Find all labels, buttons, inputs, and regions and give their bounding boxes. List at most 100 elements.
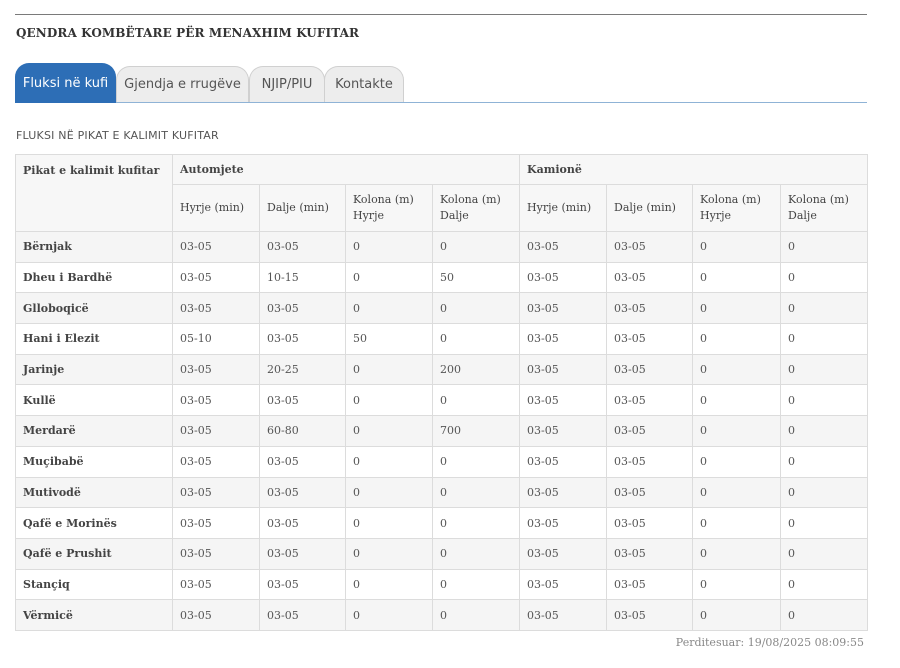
table-cell: 03-05: [606, 261, 694, 294]
table-cell: 03-05: [172, 292, 260, 325]
table-row: Qafë e Prushit 03-05 03-05 0 0 03-05 03-05 0 0: [15, 537, 869, 570]
table-cell: 50: [431, 261, 521, 294]
table-cell: 0: [780, 599, 869, 631]
table-cell: 10-15: [259, 261, 346, 294]
table-cell: 50: [345, 323, 433, 355]
table-cell: 03-05: [606, 384, 694, 417]
top-divider: [15, 14, 867, 15]
table-cell: 0: [345, 384, 433, 417]
table-row: Jarinje 03-05 20-25 0 200 03-05 03-05 0 0: [15, 353, 869, 386]
table-cell: 03-05: [259, 507, 346, 539]
table-cell: 700: [431, 415, 521, 447]
table-cell: 0: [692, 384, 782, 417]
table-cell: 0: [345, 445, 433, 478]
crossing-point-name: Mutivodë: [15, 476, 173, 509]
table-cell: 0: [692, 415, 782, 447]
table-cell: 03-05: [606, 537, 694, 570]
table-cell: 0: [780, 231, 869, 263]
table-cell: 0: [692, 292, 782, 325]
table-cell: 0: [431, 507, 521, 539]
crossing-point-name: Bërnjak: [15, 231, 173, 263]
table-cell: 0: [692, 476, 782, 509]
table-row: Qafë e Morinës 03-05 03-05 0 0 03-05 03-05 0 0: [15, 507, 869, 539]
table-cell: 03-05: [519, 568, 608, 601]
crossing-point-name: Stançiq: [15, 568, 173, 601]
table-cell: 0: [780, 353, 869, 386]
table-cell: 03-05: [519, 231, 608, 263]
table-cell: 03-05: [519, 507, 608, 539]
table-cell: 03-05: [519, 353, 608, 386]
table-cell: 03-05: [172, 476, 260, 509]
table-cell: 0: [780, 445, 869, 478]
table-cell: 60-80: [259, 415, 346, 447]
column-header: Dalje (min): [606, 184, 694, 232]
tab-contacts[interactable]: Kontakte: [324, 66, 404, 102]
table-cell: 0: [345, 415, 433, 447]
table-cell: 0: [692, 599, 782, 631]
table-row: Hani i Elezit 05-10 03-05 50 0 03-05 03-05 0 0: [15, 323, 869, 355]
table-cell: 0: [780, 507, 869, 539]
table-cell: 03-05: [519, 261, 608, 294]
table-cell: 03-05: [606, 599, 694, 631]
table-cell: 03-05: [172, 445, 260, 478]
table-cell: 0: [692, 261, 782, 294]
column-header: Dalje (min): [259, 184, 346, 232]
table-cell: 03-05: [606, 415, 694, 447]
table-cell: 0: [780, 384, 869, 417]
table-cell: 0: [780, 323, 869, 355]
table-cell: 03-05: [172, 537, 260, 570]
table-cell: 03-05: [172, 599, 260, 631]
table-cell: 200: [431, 353, 521, 386]
crossing-point-name: Glloboqicë: [15, 292, 173, 325]
tab-njip-piu[interactable]: NJIP/PIU: [249, 66, 325, 102]
tab-road-conditions[interactable]: Gjendja e rrugëve: [116, 66, 249, 102]
table-cell: 03-05: [172, 415, 260, 447]
table-cell: 03-05: [172, 261, 260, 294]
table-cell: 0: [431, 231, 521, 263]
column-header: Hyrje (min): [172, 184, 260, 232]
table-cell: 0: [431, 384, 521, 417]
table-cell: 0: [692, 507, 782, 539]
table-cell: 0: [431, 568, 521, 601]
table-cell: 0: [692, 445, 782, 478]
column-header-crossing-point: Pikat e kalimit kufitar: [15, 154, 173, 232]
table-cell: 0: [345, 261, 433, 294]
crossing-point-name: Vërmicë: [15, 599, 173, 631]
table-cell: 03-05: [606, 323, 694, 355]
table-cell: 0: [431, 323, 521, 355]
table-cell: 03-05: [172, 568, 260, 601]
table-cell: 03-05: [259, 292, 346, 325]
table-row: Merdarë 03-05 60-80 0 700 03-05 03-05 0 0: [15, 415, 869, 447]
table-cell: 0: [780, 476, 869, 509]
table-cell: 0: [692, 353, 782, 386]
table-cell: 03-05: [519, 292, 608, 325]
table-cell: 0: [431, 537, 521, 570]
crossing-point-name: Hani i Elezit: [15, 323, 173, 355]
page-title: QENDRA KOMBËTARE PËR MENAXHIM KUFITAR: [16, 26, 360, 40]
table-cell: 0: [345, 599, 433, 631]
table-row: Mutivodë 03-05 03-05 0 0 03-05 03-05 0 0: [15, 476, 869, 509]
table-cell: 0: [692, 323, 782, 355]
table-cell: 03-05: [519, 384, 608, 417]
column-header: Kolona (m) Dalje: [780, 184, 869, 232]
table-row: Vërmicë 03-05 03-05 0 0 03-05 03-05 0 0: [15, 599, 869, 631]
table-cell: 0: [780, 292, 869, 325]
table-cell: 03-05: [519, 476, 608, 509]
table-cell: 03-05: [519, 445, 608, 478]
table-cell: 03-05: [519, 599, 608, 631]
table-cell: 03-05: [172, 231, 260, 263]
table-cell: 0: [780, 261, 869, 294]
last-updated: Perditesuar: 19/08/2025 08:09:55: [675, 636, 864, 649]
table-row: Kullë 03-05 03-05 0 0 03-05 03-05 0 0: [15, 384, 869, 417]
tab-underline: [15, 102, 867, 103]
tab-border-flux[interactable]: Fluksi në kufi: [15, 63, 116, 103]
table-cell: 03-05: [519, 323, 608, 355]
crossing-point-name: Muçibabë: [15, 445, 173, 478]
table-cell: 03-05: [606, 231, 694, 263]
table-cell: 0: [345, 568, 433, 601]
tab-bar: Fluksi në kufi Gjendja e rrugëve NJIP/PI…: [15, 63, 867, 103]
table-cell: 0: [780, 568, 869, 601]
table-cell: 0: [692, 537, 782, 570]
table-cell: 03-05: [172, 507, 260, 539]
table-cell: 0: [345, 537, 433, 570]
